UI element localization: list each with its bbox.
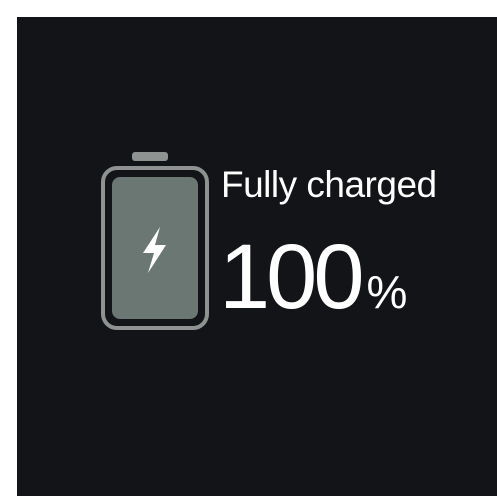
battery-percentage: 100% (219, 222, 407, 332)
battery-terminal (132, 152, 168, 161)
device-frame: Fully charged 100% (0, 0, 497, 496)
charge-status-label: Fully charged (221, 164, 437, 205)
battery-percentage-value: 100 (219, 226, 364, 328)
battery-percentage-unit: % (366, 266, 408, 318)
battery-icon (100, 152, 210, 332)
battery-status-screen: Fully charged 100% (17, 17, 497, 496)
